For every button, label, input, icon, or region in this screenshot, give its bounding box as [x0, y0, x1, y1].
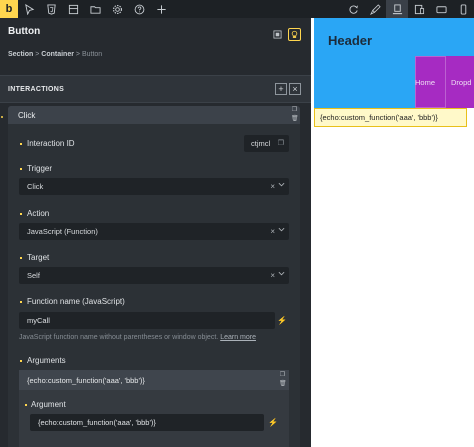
trigger-select[interactable]: Click × — [19, 178, 289, 195]
argument-controls: ❐ 🗑 — [279, 372, 287, 388]
trigger-value: Click — [27, 182, 44, 191]
help-icon[interactable] — [128, 0, 150, 18]
panel-header: Button — [0, 18, 311, 53]
field-bullet — [25, 404, 27, 406]
desktop-icon[interactable] — [386, 0, 408, 18]
action-value: JavaScript (Function) — [27, 227, 98, 236]
brush-icon[interactable] — [364, 0, 386, 18]
argument-label: Argument — [31, 400, 66, 409]
builder-logo[interactable]: b — [0, 0, 18, 18]
interaction-id-value: ctjmcl — [251, 139, 271, 148]
conditions-icon[interactable] — [288, 28, 301, 41]
function-help-text: JavaScript function name without parenth… — [19, 334, 256, 341]
section-label: INTERACTIONS — [8, 85, 65, 93]
chevron-down-icon[interactable] — [278, 181, 285, 190]
field-bullet — [20, 143, 22, 145]
interaction-id-field[interactable]: ctjmcl ❐ — [244, 135, 289, 152]
interaction-header[interactable]: Click ❐ 🗑 — [8, 106, 300, 124]
clear-icon[interactable]: × — [270, 271, 275, 280]
target-label: Target — [27, 253, 50, 262]
cursor-icon[interactable] — [18, 0, 40, 18]
interactions-section-header[interactable]: INTERACTIONS + × — [0, 75, 311, 103]
copy-icon[interactable]: ❐ — [279, 372, 286, 379]
chevron-down-icon[interactable] — [278, 270, 285, 279]
refresh-icon[interactable] — [342, 0, 364, 18]
clear-icon[interactable]: × — [270, 182, 275, 191]
nav-item-dropdown[interactable]: Dropd — [451, 78, 471, 87]
argument-header-text: {echo:custom_function('aaa', 'bbb')} — [27, 375, 145, 385]
mobile-icon[interactable] — [452, 0, 474, 18]
layers-icon[interactable] — [62, 0, 84, 18]
action-select[interactable]: JavaScript (Function) × — [19, 223, 289, 240]
function-name-label: Function name (JavaScript) — [27, 297, 125, 306]
argument-header[interactable]: {echo:custom_function('aaa', 'bbb')} ❐ 🗑 — [19, 370, 289, 390]
laptop-icon[interactable] — [430, 0, 452, 18]
add-interaction-button[interactable]: + — [275, 83, 287, 95]
copy-icon[interactable]: ❐ — [291, 107, 298, 114]
panel-title: Button — [8, 26, 41, 37]
breadcrumb: Section > Container > Button — [0, 51, 311, 65]
interaction-header-controls: ❐ 🗑 — [291, 107, 299, 123]
section-buttons: + × — [275, 83, 301, 95]
interaction-card: Click ❐ 🗑 Interaction ID ctjmcl ❐ Trigge… — [8, 106, 300, 447]
chevron-down-icon[interactable] — [278, 226, 285, 235]
argument-value: {echo:custom_function('aaa', 'bbb')} — [38, 418, 156, 427]
argument-card: {echo:custom_function('aaa', 'bbb')} ❐ 🗑… — [19, 370, 289, 447]
folder-icon[interactable] — [84, 0, 106, 18]
dynamic-data-icon[interactable]: ⚡ — [267, 414, 279, 431]
trigger-label: Trigger — [27, 164, 53, 173]
function-name-value: myCall — [27, 316, 50, 325]
active-indicator — [1, 116, 3, 118]
tablet-icon[interactable] — [408, 0, 430, 18]
learn-more-link[interactable]: Learn more — [220, 334, 256, 341]
html-icon[interactable] — [40, 0, 62, 18]
gear-icon[interactable] — [106, 0, 128, 18]
plus-icon[interactable] — [150, 0, 172, 18]
arguments-label: Arguments — [27, 356, 66, 365]
target-select[interactable]: Self × — [19, 267, 289, 284]
selected-button[interactable]: {echo:custom_function('aaa', 'bbb')} — [314, 108, 467, 127]
trash-icon[interactable]: 🗑 — [291, 116, 299, 123]
interaction-id-label: Interaction ID — [27, 139, 75, 148]
target-value: Self — [27, 271, 40, 280]
action-label: Action — [27, 209, 50, 218]
element-settings-panel: Button Section > Container > Button INTE… — [0, 18, 311, 447]
copy-id-icon[interactable]: ❐ — [278, 139, 284, 147]
preview-canvas: Header Home Dropd {echo:custom_function(… — [311, 18, 474, 447]
clear-icon[interactable]: × — [270, 227, 275, 236]
style-icon[interactable] — [271, 28, 284, 41]
trash-icon[interactable]: 🗑 — [279, 381, 287, 388]
close-section-button[interactable]: × — [289, 83, 301, 95]
top-toolbar: b — [0, 0, 474, 18]
dynamic-data-icon[interactable]: ⚡ — [276, 312, 288, 329]
header-heading[interactable]: Header — [328, 33, 372, 48]
nav-item-home[interactable]: Home — [415, 78, 435, 87]
nav-menu[interactable]: Home Dropd — [415, 56, 474, 108]
panel-header-icons — [271, 28, 301, 41]
argument-input[interactable]: {echo:custom_function('aaa', 'bbb')} — [30, 414, 264, 431]
interaction-title: Click — [18, 110, 36, 120]
function-name-input[interactable]: myCall — [19, 312, 275, 329]
